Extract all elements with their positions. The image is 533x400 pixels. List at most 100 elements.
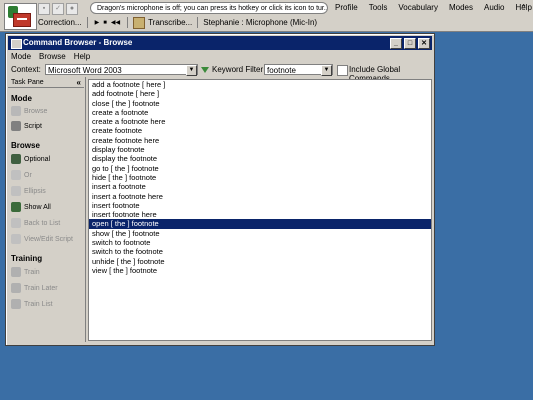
transcribe-icon: [133, 16, 146, 29]
user-status[interactable]: Stephanie : Microphone (Mic-In): [203, 18, 317, 27]
minimize-button[interactable]: _: [390, 38, 402, 49]
command-list-item[interactable]: insert a footnote: [89, 182, 431, 191]
command-list-item[interactable]: create footnote here: [89, 136, 431, 145]
command-list-item[interactable]: switch to footnote: [89, 238, 431, 247]
maximize-button[interactable]: □: [404, 38, 416, 49]
play-icon[interactable]: ▶: [95, 19, 100, 26]
menu-help[interactable]: Help: [74, 51, 90, 63]
item-label: Or: [24, 171, 32, 179]
edit-script-icon: [11, 234, 21, 244]
menu-audio[interactable]: Audio: [484, 2, 504, 14]
command-list-item[interactable]: create footnote: [89, 126, 431, 135]
item-label: Train List: [24, 300, 53, 308]
command-list-item[interactable]: add a footnote [ here ]: [89, 80, 431, 89]
script-icon: [11, 121, 21, 131]
collapse-icon[interactable]: «: [77, 77, 81, 88]
command-list-item[interactable]: display footnote: [89, 145, 431, 154]
train-later-item[interactable]: Train Later: [11, 283, 58, 293]
view-edit-script-item[interactable]: View/Edit Script: [11, 234, 73, 244]
close-button[interactable]: ✕: [418, 38, 430, 49]
rewind-icon[interactable]: ◀◀: [111, 19, 120, 26]
command-list-item[interactable]: insert footnote: [89, 201, 431, 210]
show-all-item[interactable]: Show All: [11, 202, 51, 212]
train-item[interactable]: Train: [11, 267, 40, 277]
item-label: Show All: [24, 203, 51, 211]
stop-square-icon[interactable]: ■: [103, 20, 107, 26]
menu-browse[interactable]: Browse: [39, 51, 66, 63]
title-bar[interactable]: Command Browser - Browse _ □ ✕: [8, 36, 432, 50]
script-mode-item[interactable]: Script: [11, 121, 42, 131]
back-icon: [11, 218, 21, 228]
optional-item[interactable]: Optional: [11, 154, 50, 164]
chevron-down-icon[interactable]: ▼: [321, 65, 332, 76]
keyword-value: footnote: [267, 66, 296, 75]
collapse-chevron-icon[interactable]: ⌃: [520, 2, 527, 14]
menu-tools[interactable]: Tools: [369, 2, 388, 14]
task-pane-title: Task Pane: [11, 79, 44, 86]
filter-icon: [201, 66, 209, 73]
correction-button[interactable]: Correction...: [38, 18, 82, 27]
task-pane-header: Task Pane «: [8, 77, 84, 88]
command-list-item[interactable]: create a footnote here: [89, 117, 431, 126]
chevron-down-icon[interactable]: ▼: [186, 65, 197, 76]
task-pane: Task Pane « Mode Browse Script Browse Op…: [8, 77, 86, 342]
dragon-toolbar: ▪ ✓ ● Dragon's microphone is off; you can …: [0, 0, 533, 32]
section-browse: Browse: [11, 141, 40, 150]
item-label: Ellipsis: [24, 187, 46, 195]
menu-bar: Mode Browse Help: [11, 51, 98, 63]
menu-modes[interactable]: Modes: [449, 2, 473, 14]
command-browser-window: Command Browser - Browse _ □ ✕ Mode Brow…: [5, 33, 435, 346]
command-list-item[interactable]: view [ the ] footnote: [89, 266, 431, 275]
keyword-filter-button[interactable]: Keyword Filter: [201, 65, 263, 74]
window-title: Command Browser - Browse: [23, 38, 133, 47]
back-to-list-item[interactable]: Back to List: [11, 218, 60, 228]
ellipsis-item[interactable]: Ellipsis: [11, 186, 46, 196]
section-training: Training: [11, 254, 43, 263]
train-list-item[interactable]: Train List: [11, 299, 53, 309]
menu-mode[interactable]: Mode: [11, 51, 31, 63]
item-label: Browse: [24, 107, 48, 115]
command-list-item[interactable]: add footnote [ here ]: [89, 89, 431, 98]
command-list-item[interactable]: show [ the ] footnote: [89, 229, 431, 238]
item-label: Optional: [24, 155, 51, 163]
arrow-icon: [11, 170, 21, 180]
item-label: View/Edit Script: [24, 235, 73, 243]
command-list[interactable]: add a footnote [ here ] add footnote [ he…: [88, 79, 432, 341]
ellipsis-icon: [11, 186, 21, 196]
dragon-toolbar-row: Correction... ▶ ■ ◀◀ Transcribe... Steph…: [38, 16, 317, 29]
dragon-message-field: Dragon's microphone is off; you can pres…: [90, 2, 328, 14]
command-list-item[interactable]: switch to the footnote: [89, 247, 431, 256]
menu-vocabulary[interactable]: Vocabulary: [398, 2, 438, 14]
context-select[interactable]: Microsoft Word 2003 ▼: [45, 64, 198, 76]
command-list-item[interactable]: display the footnote: [89, 154, 431, 163]
browse-mode-item[interactable]: Browse: [11, 106, 47, 116]
section-mode: Mode: [11, 94, 32, 103]
item-label: Script: [24, 122, 42, 130]
stop-icon[interactable]: ●: [66, 3, 78, 15]
mic-level-icon: ▪: [38, 3, 50, 15]
item-label: Train: [24, 268, 40, 276]
show-all-icon: [11, 202, 21, 212]
command-list-item[interactable]: create a footnote: [89, 108, 431, 117]
context-value: Microsoft Word 2003: [48, 66, 122, 75]
train-later-icon: [11, 283, 21, 293]
command-list-item[interactable]: close [ the ] footnote: [89, 99, 431, 108]
train-list-icon: [11, 299, 21, 309]
mic-controls: ▪ ✓ ●: [38, 3, 86, 15]
include-global-checkbox[interactable]: [337, 65, 348, 76]
command-list-item[interactable]: insert a footnote here: [89, 192, 431, 201]
command-list-item[interactable]: open [ the ] footnote: [89, 219, 431, 229]
command-list-item[interactable]: hide [ the ] footnote: [89, 173, 431, 182]
magnifier-icon: [11, 106, 21, 116]
checkmark-icon[interactable]: ✓: [52, 3, 64, 15]
transcribe-button[interactable]: Transcribe...: [148, 18, 192, 27]
item-label: Back to List: [24, 219, 61, 227]
keyword-input[interactable]: footnote ▼: [264, 64, 333, 76]
command-list-item[interactable]: unhide [ the ] footnote: [89, 257, 431, 266]
command-list-item[interactable]: insert footnote here: [89, 210, 431, 219]
dragon-microphone-icon[interactable]: [4, 3, 37, 30]
or-item[interactable]: Or: [11, 170, 32, 180]
command-list-item[interactable]: go to [ the ] footnote: [89, 164, 431, 173]
menu-profile[interactable]: Profile: [335, 2, 358, 14]
context-row: Context: Microsoft Word 2003 ▼ Keyword F…: [8, 63, 432, 83]
